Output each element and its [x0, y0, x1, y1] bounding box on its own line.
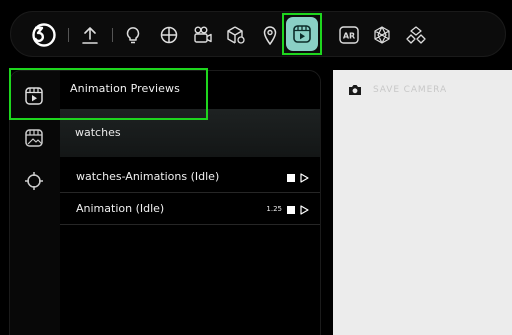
rail-image-preview-button[interactable]	[10, 120, 58, 156]
shapes-icon[interactable]	[404, 12, 428, 58]
viewer-canvas[interactable]	[333, 70, 512, 335]
toolbar-divider	[68, 28, 69, 42]
animation-row[interactable]: Animation (Idle) 1.25	[60, 194, 320, 225]
stop-icon[interactable]	[287, 206, 295, 214]
animation-row[interactable]: watches-Animations (Idle)	[60, 162, 320, 193]
camera-rig-icon[interactable]	[191, 12, 215, 58]
lightbulb-icon[interactable]	[121, 12, 145, 58]
toolbar-highlight-box	[282, 13, 322, 55]
panel-highlight-box	[9, 68, 208, 120]
rail-crosshair-button[interactable]	[10, 163, 58, 199]
animation-label: Animation (Idle)	[76, 202, 165, 215]
image-preview-icon	[25, 129, 43, 147]
top-toolbar: AR	[10, 11, 506, 57]
ar-icon[interactable]: AR	[337, 12, 361, 58]
save-camera-label: SAVE CAMERA	[373, 85, 448, 95]
box-settings-icon[interactable]	[224, 12, 248, 58]
toolbar-divider	[112, 28, 113, 42]
upload-icon[interactable]	[78, 12, 102, 58]
model-name: watches	[75, 126, 121, 139]
animation-speed: 1.25	[266, 205, 282, 213]
atom-icon[interactable]	[370, 12, 394, 58]
camera-icon	[349, 85, 361, 95]
stop-icon[interactable]	[287, 174, 295, 182]
save-camera-button[interactable]: SAVE CAMERA	[348, 84, 447, 96]
map-pin-icon[interactable]	[258, 12, 282, 58]
globe-icon[interactable]	[157, 12, 181, 58]
svg-text:AR: AR	[343, 32, 355, 41]
animation-label: watches-Animations (Idle)	[76, 170, 220, 183]
crosshair-icon	[25, 172, 43, 190]
3d-logo-icon[interactable]	[28, 12, 58, 58]
play-icon[interactable]	[300, 173, 309, 183]
play-icon[interactable]	[300, 205, 309, 215]
